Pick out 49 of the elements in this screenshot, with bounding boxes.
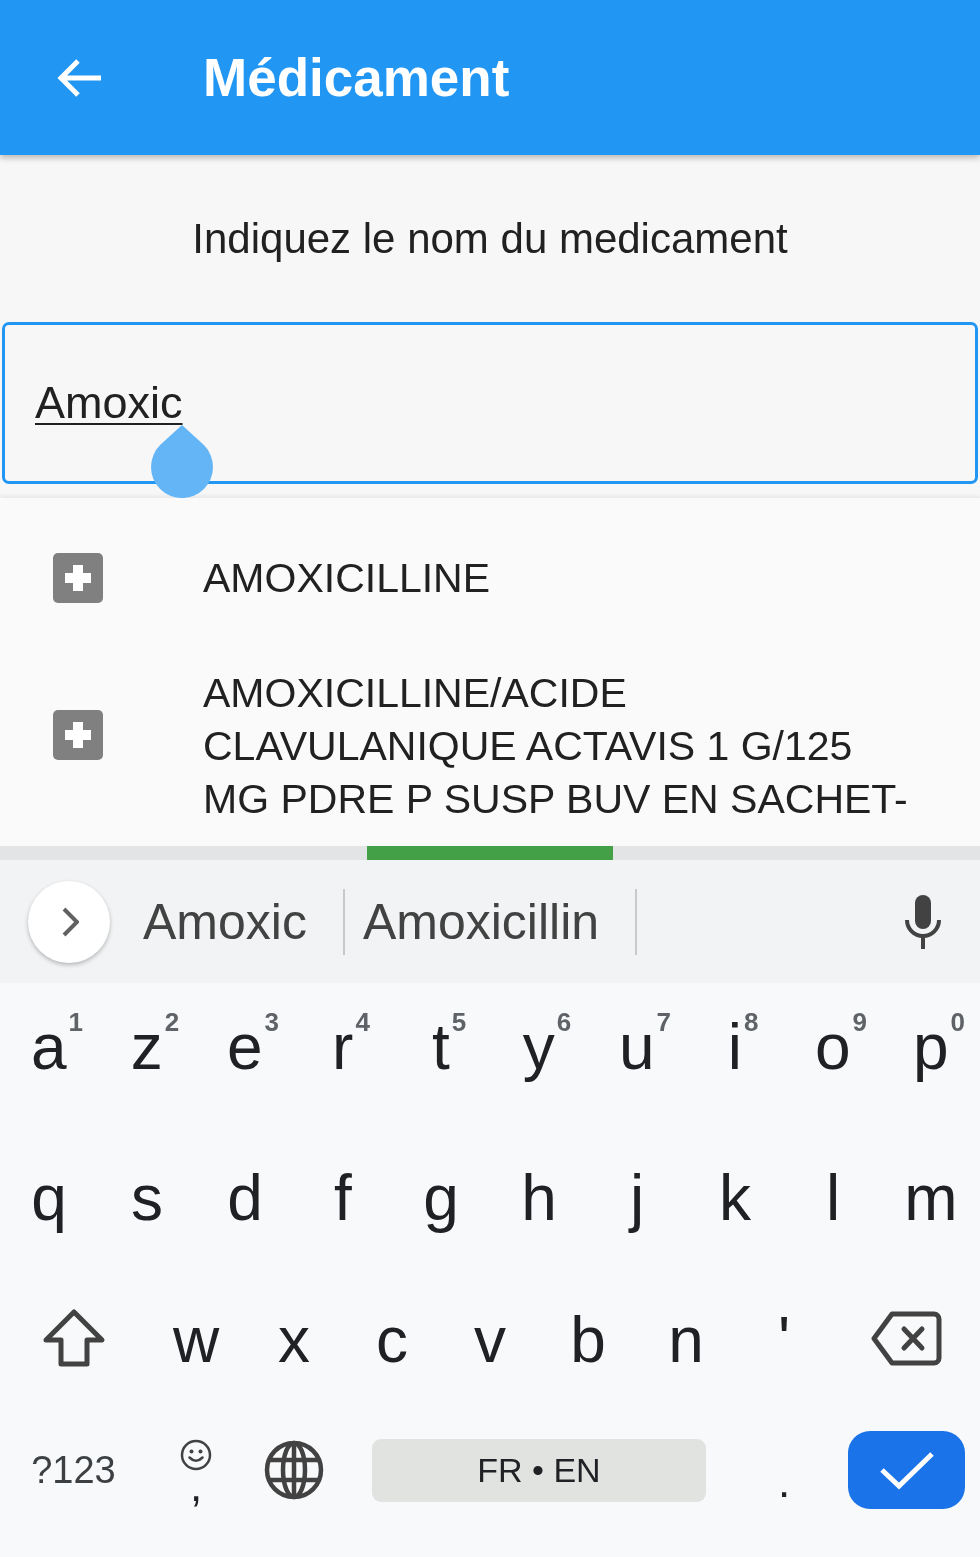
letter-key[interactable]: v — [469, 1300, 511, 1376]
smiley-icon — [180, 1439, 212, 1471]
result-item[interactable]: AMOXICILLINE/ACIDE CLAVULANIQUE ACTAVIS 1 G/125 MG PDRE P SUSP BUV EN SACHET- — [0, 658, 980, 826]
letter-key[interactable]: m — [899, 1158, 963, 1234]
word-suggestion[interactable]: Amoxicillin — [344, 886, 620, 957]
cursor-handle-icon[interactable] — [151, 425, 213, 498]
globe-icon[interactable] — [264, 1440, 324, 1500]
enter-button[interactable] — [848, 1431, 965, 1509]
letter-key[interactable]: j — [624, 1158, 650, 1234]
medical-cross-icon — [53, 710, 103, 760]
letter-key[interactable]: k — [714, 1158, 756, 1234]
prompt-text: Indiquez le nom du medicament — [192, 214, 788, 263]
period-key[interactable]: . — [771, 1436, 797, 1504]
back-arrow-icon[interactable] — [55, 57, 103, 98]
symbols-key[interactable]: ?123 — [25, 1444, 122, 1496]
letter-key[interactable]: h — [516, 1158, 562, 1234]
medical-cross-icon — [53, 553, 103, 603]
search-field[interactable]: Amoxic — [2, 322, 978, 484]
letter-key[interactable]: n — [663, 1300, 709, 1376]
shift-icon[interactable] — [41, 1308, 106, 1368]
key-hint: 1 — [68, 1009, 84, 1035]
word-suggestion[interactable]: Amoxic — [125, 886, 327, 957]
key-hint: 7 — [656, 1009, 672, 1035]
key-hint: 2 — [164, 1009, 180, 1035]
letter-key[interactable]: ' — [772, 1300, 796, 1376]
key-hint: 5 — [451, 1009, 467, 1035]
key-hint: 6 — [556, 1009, 572, 1035]
key-hint: 4 — [355, 1009, 370, 1035]
result-item[interactable]: AMOXICILLINE — [0, 498, 980, 658]
letter-key[interactable]: x — [273, 1300, 315, 1376]
space-bar[interactable]: FR • EN — [372, 1438, 706, 1502]
check-icon — [878, 1450, 935, 1490]
chevron-right-icon — [62, 906, 79, 937]
screen-title: Médicament — [203, 47, 510, 108]
key-hint: 0 — [950, 1009, 966, 1035]
letter-key[interactable]: w — [167, 1300, 225, 1376]
letter-key[interactable]: g — [418, 1158, 464, 1234]
letter-key[interactable]: d — [222, 1158, 268, 1234]
letter-key[interactable]: l — [820, 1158, 846, 1234]
key-hint: 8 — [743, 1009, 759, 1035]
key-hint: 9 — [852, 1009, 868, 1035]
key-hint: 3 — [264, 1009, 280, 1035]
letter-key[interactable]: q — [26, 1158, 72, 1234]
letter-key[interactable]: b — [565, 1300, 611, 1376]
letter-key[interactable]: s — [126, 1158, 168, 1234]
backspace-icon[interactable] — [871, 1310, 942, 1366]
microphone-icon[interactable] — [904, 894, 942, 949]
letter-key[interactable]: c — [371, 1300, 413, 1376]
letter-key[interactable]: f — [329, 1158, 357, 1234]
